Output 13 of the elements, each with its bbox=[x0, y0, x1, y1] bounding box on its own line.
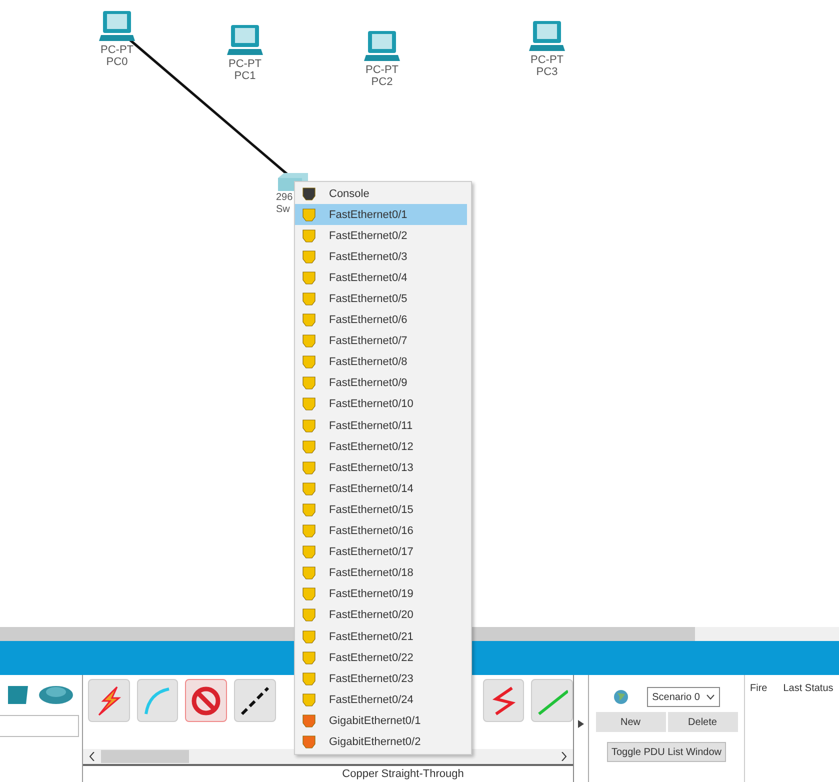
device-model: PC-PT bbox=[366, 64, 398, 76]
device-model: 296 bbox=[276, 192, 293, 204]
device-name: PC2 bbox=[371, 76, 393, 88]
column-header: Last Status bbox=[783, 683, 834, 694]
device-name: PC0 bbox=[106, 56, 128, 68]
cable-caption: Copper Straight-Through bbox=[341, 767, 464, 782]
device-name: Sw bbox=[276, 204, 290, 216]
device-model: PC-PT bbox=[228, 58, 262, 70]
column-header: Fire bbox=[750, 683, 768, 694]
device-name: PC1 bbox=[234, 70, 256, 82]
device-name: PC3 bbox=[536, 66, 558, 78]
device-model: PC-PT bbox=[530, 54, 564, 66]
device-model: PC-PT bbox=[100, 44, 134, 56]
